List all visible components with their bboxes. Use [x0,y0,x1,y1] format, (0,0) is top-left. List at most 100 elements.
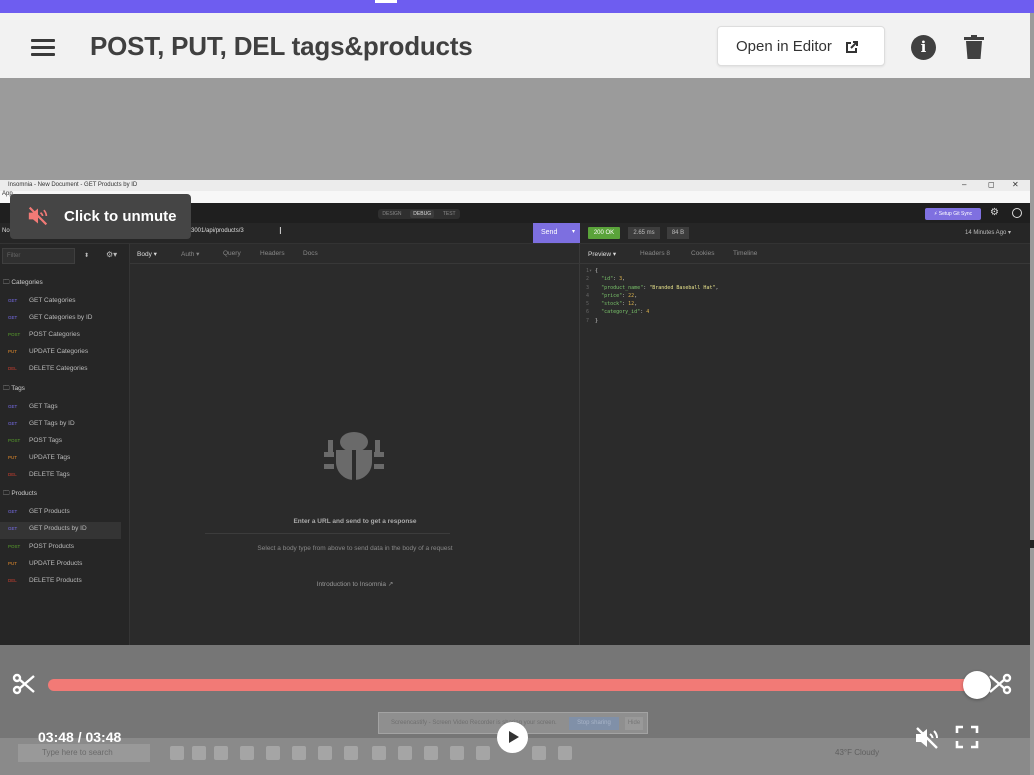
recorded-window-titlebar: Insomnia - New Document - GET Products b… [0,180,1030,191]
trim-start-scissors-icon[interactable] [12,672,36,696]
response-json-line: 2 "id": 3, [586,276,626,283]
video-letterbox [0,78,1030,180]
fullscreen-icon[interactable] [955,725,979,749]
request-url: 3001/api/products/3 [191,228,244,234]
status-badge: 200 OK [588,227,620,239]
progress-handle[interactable] [963,671,991,699]
top-accent-marker [375,0,397,3]
folder-tags: 🗀 Tags [3,385,25,392]
sidebar-request: GET GET Tags [8,403,58,410]
hide-button: Hide [625,717,643,730]
sidebar-request: GET GET Products [8,508,70,515]
sidebar-request: PUT UPDATE Categories [8,348,89,355]
sidebar-request: DEL DELETE Products [8,577,82,584]
taskbar-app-icon [398,746,412,760]
mode-tabs: DESIGN DEBUG TEST [378,209,460,219]
play-button[interactable] [497,722,528,753]
taskbar-app-icon [192,746,206,760]
hamburger-menu-icon[interactable] [31,39,55,57]
response-json-line: 4 "price": 22, [586,292,638,299]
request-pane: Body ▾ Auth ▾ Query Headers Docs Enter a… [130,244,580,645]
taskbar-app-icon [266,746,280,760]
taskbar-app-icon [292,746,306,760]
send-label: Send [541,229,558,236]
video-frame[interactable]: Insomnia - New Document - GET Products b… [0,180,1030,775]
tab-design: DESIGN [382,211,402,217]
muted-speaker-icon[interactable] [914,726,940,750]
video-progress-bar[interactable] [48,679,978,691]
sidebar-request: GET GET Categories [8,297,76,304]
page-title: POST, PUT, DEL tags&products [90,31,473,61]
screen-share-text: Screencastify - Screen Video Recorder is… [391,720,557,726]
response-json-line: 6 "category_id": 4 [586,309,650,316]
sidebar-request: DEL DELETE Categories [8,365,88,372]
close-icon: ✕ [1012,180,1019,189]
info-icon[interactable]: i [911,35,936,60]
response-pane: Preview ▾ Headers 8 Cookies Timeline 1▾ … [580,244,1030,645]
click-to-unmute-button[interactable]: Click to unmute [10,194,191,239]
play-icon [509,731,519,743]
tab-query: Query [223,250,241,257]
url-prefix: No [2,228,10,234]
sidebar-request: PUT UPDATE Tags [8,454,71,461]
response-json-line: 5 "stock": 12, [586,301,638,308]
taskbar-app-icon [558,746,572,760]
empty-state-subtitle: Select a body type from above to send da… [257,545,453,552]
tab-body: Body ▾ [137,251,157,258]
sidebar-request: GET GET Categories by ID [8,314,93,321]
page-header: POST, PUT, DEL tags&products Open in Edi… [0,13,1030,78]
tab-debug: DEBUG [410,210,435,218]
tab-preview: Preview ▾ [588,251,617,258]
trim-end-scissors-icon[interactable] [988,672,1012,696]
folder-products: 🗀 Products [3,490,37,497]
taskbar-search: Type here to search [18,744,150,762]
minimize-icon: – [962,180,967,189]
muted-speaker-icon [28,206,48,226]
setup-sync-button: ⚡ Setup Git Sync [925,208,981,220]
request-sidebar: Filter ⬍ ⚙▾ 🗀 Categories GET GET Categori… [0,244,130,645]
sidebar-request: POST POST Tags [8,437,62,444]
response-json-line: 7 } [586,317,599,324]
settings-gear-icon: ⚙ [990,207,999,218]
empty-state-divider [205,533,450,534]
tab-test: TEST [442,211,456,217]
response-json-line: 3 "product_name": "Branded Baseball Hat"… [586,284,719,291]
unmute-label: Click to unmute [64,208,177,225]
taskbar-app-icon [424,746,438,760]
taskbar-app-icon [476,746,490,760]
response-age: 14 Minutes Ago ▾ [965,230,1012,236]
folder-categories: 🗀 Categories [3,279,43,286]
sidebar-request: POST POST Categories [8,331,80,338]
sidebar-request: PUT UPDATE Products [8,560,83,567]
empty-state-title: Enter a URL and send to get a response [293,518,417,525]
response-json: 1▾ {2 "id": 3, 3 "product_name": "Branded… [586,267,719,325]
taskbar-app-icon [344,746,358,760]
bug-icon [324,432,384,480]
tab-cookies: Cookies [691,250,715,257]
response-size-badge: 84 B [667,227,689,239]
taskbar-app-icon [450,746,464,760]
open-in-editor-button[interactable]: Open in Editor [717,26,885,66]
send-button: Send ▾ [533,223,580,243]
intro-link: Introduction to Insomnia ↗ [316,581,394,588]
stop-sharing-button: Stop sharing [569,717,619,730]
taskbar-app-icon [240,746,254,760]
tab-timeline: Timeline [733,250,758,257]
response-time-badge: 2.65 ms [628,227,660,239]
window-title: Insomnia - New Document - GET Products b… [8,182,138,188]
sort-icon: ⬍ [84,253,90,259]
sidebar-request-selected: GET GET Products by ID [0,522,121,539]
taskbar-app-icon [532,746,546,760]
top-accent-bar [0,0,1034,13]
sidebar-request: DEL DELETE Tags [8,471,70,478]
taskbar-app-icon [372,746,386,760]
taskbar-app-icon [170,746,184,760]
tab-headers: Headers [260,250,285,257]
edge-marker [1030,540,1034,548]
filter-input: Filter [2,248,75,264]
request-tabs: Body ▾ Auth ▾ Query Headers Docs [130,244,580,264]
text-cursor-icon: I [279,226,282,237]
response-tabs: Preview ▾ Headers 8 Cookies Timeline [580,244,1030,264]
external-link-icon [846,41,858,53]
trash-icon[interactable] [964,35,984,59]
